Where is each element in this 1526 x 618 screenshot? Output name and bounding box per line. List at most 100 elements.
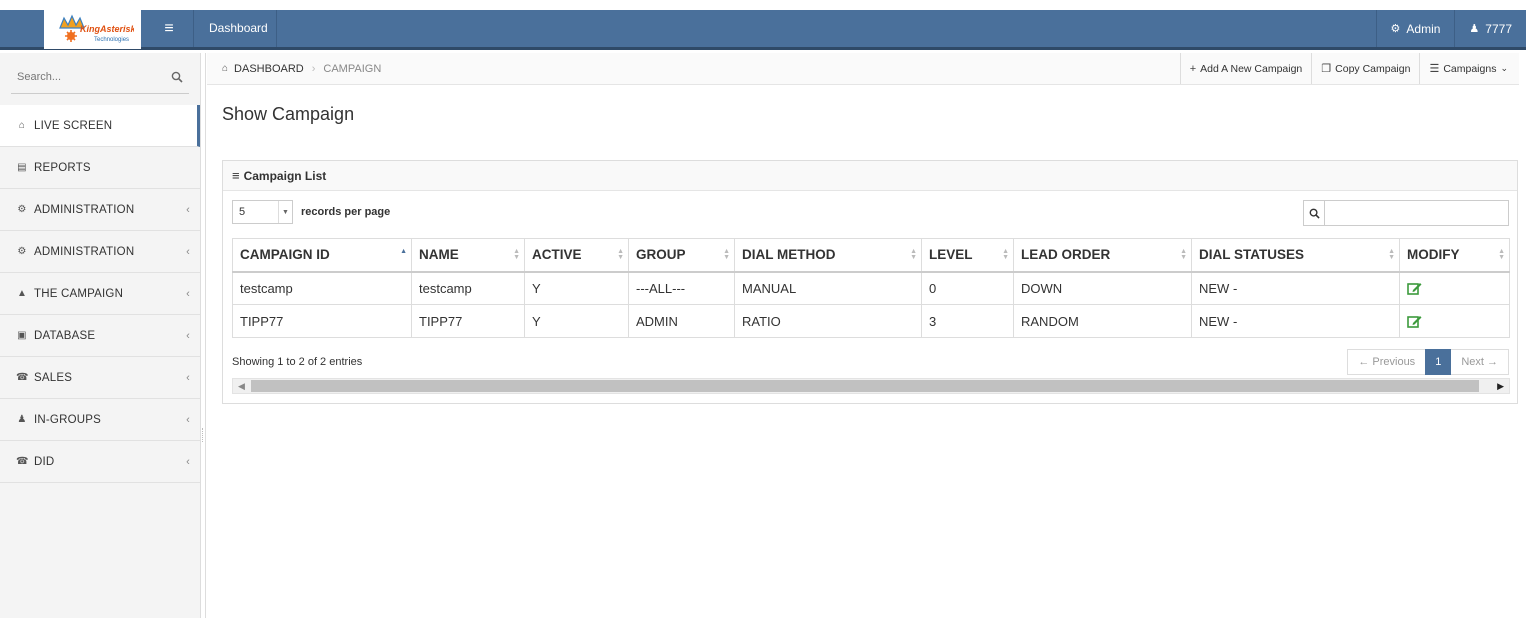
column-header-dial-method[interactable]: DIAL METHOD ▲ ▼ bbox=[734, 238, 922, 273]
scrollbar-thumb[interactable] bbox=[251, 380, 1479, 392]
column-label: LEVEL bbox=[929, 247, 973, 263]
sidebar-search-input[interactable] bbox=[11, 64, 161, 90]
sort-icon: ▲ ▼ bbox=[1002, 248, 1009, 261]
column-label: DIAL STATUSES bbox=[1199, 247, 1305, 263]
campaign-list-panel: ≡ Campaign List 5 ▼ records per page CAM… bbox=[222, 160, 1518, 404]
copy-campaign-button[interactable]: ❐ Copy Campaign bbox=[1311, 53, 1419, 84]
column-label: GROUP bbox=[636, 247, 686, 263]
chevron-left-icon: ‹ bbox=[186, 413, 190, 426]
sidebar: ⌂ LIVE SCREEN ▤ REPORTS ⚙ ADMINISTRATION… bbox=[0, 53, 201, 618]
scroll-right-icon[interactable]: ▶ bbox=[1497, 381, 1504, 392]
cell-level: 3 bbox=[921, 304, 1014, 338]
cell-dial-statuses: NEW - bbox=[1191, 304, 1400, 338]
gears-icon: ⚙ bbox=[1390, 23, 1401, 35]
column-header-name[interactable]: NAME ▲ ▼ bbox=[411, 238, 525, 273]
sort-icon: ▲ ▼ bbox=[910, 248, 917, 261]
breadcrumb-bar: ⌂ DASHBOARD › CAMPAIGN + Add A New Campa… bbox=[207, 53, 1519, 85]
chevron-left-icon: ‹ bbox=[186, 329, 190, 342]
campaigns-dropdown-label: Campaigns bbox=[1443, 62, 1497, 75]
sort-asc-icon: ▲ bbox=[400, 248, 407, 255]
next-page-button[interactable]: Next → bbox=[1451, 349, 1509, 375]
column-header-group[interactable]: GROUP ▲ ▼ bbox=[628, 238, 735, 273]
list-icon: ≡ bbox=[232, 168, 240, 183]
chevron-left-icon: ‹ bbox=[186, 371, 190, 384]
user-icon: ♟ bbox=[1469, 23, 1480, 35]
sidebar-item-administration[interactable]: ⚙ ADMINISTRATION ‹ bbox=[0, 189, 200, 231]
add-campaign-label: Add A New Campaign bbox=[1200, 62, 1303, 75]
cell-active: Y bbox=[524, 271, 629, 305]
sort-icon: ▲ ▼ bbox=[513, 248, 520, 261]
plus-icon: + bbox=[1189, 62, 1197, 75]
svg-text:Technologies: Technologies bbox=[94, 37, 129, 43]
add-campaign-button[interactable]: + Add A New Campaign bbox=[1179, 53, 1312, 84]
page-title: Show Campaign bbox=[222, 104, 355, 124]
column-header-dial-statuses[interactable]: DIAL STATUSES ▲ ▼ bbox=[1191, 238, 1400, 273]
previous-page-button[interactable]: ← Previous bbox=[1347, 349, 1426, 375]
sidebar-item-sales[interactable]: ☎ SALES ‹ bbox=[0, 357, 200, 399]
breadcrumb: ⌂ DASHBOARD › CAMPAIGN bbox=[222, 53, 381, 84]
cell-dial-method: MANUAL bbox=[734, 271, 922, 305]
sidebar-item-label: DID bbox=[34, 455, 55, 468]
sidebar-item-label: ADMINISTRATION bbox=[34, 203, 135, 216]
edit-icon[interactable] bbox=[1407, 314, 1422, 329]
column-header-level[interactable]: LEVEL ▲ ▼ bbox=[921, 238, 1014, 273]
panel-title: Campaign List bbox=[243, 168, 327, 183]
column-label: MODIFY bbox=[1407, 247, 1460, 263]
nav-divider bbox=[276, 10, 277, 47]
nav-dashboard-link[interactable]: Dashboard bbox=[209, 10, 268, 47]
chevron-left-icon: ‹ bbox=[186, 245, 190, 258]
sidebar-item-administration-2[interactable]: ⚙ ADMINISTRATION ‹ bbox=[0, 231, 200, 273]
column-header-modify[interactable]: MODIFY ▲ ▼ bbox=[1399, 238, 1510, 273]
sidebar-item-reports[interactable]: ▤ REPORTS bbox=[0, 147, 200, 189]
panel-header: ≡ Campaign List bbox=[223, 161, 1517, 191]
page-1-button[interactable]: 1 bbox=[1425, 349, 1452, 375]
sidebar-item-label: THE CAMPAIGN bbox=[34, 287, 124, 300]
breadcrumb-separator-icon: › bbox=[311, 62, 316, 75]
user-menu[interactable]: ♟ 7777 bbox=[1454, 10, 1526, 47]
cell-lead-order: DOWN bbox=[1013, 271, 1192, 305]
column-label: LEAD ORDER bbox=[1021, 247, 1111, 263]
list-icon: ☰ bbox=[1429, 63, 1440, 75]
database-icon: ▣ bbox=[17, 330, 27, 341]
phone-icon: ☎ bbox=[16, 372, 29, 383]
page-length-label: records per page bbox=[301, 206, 391, 218]
campaign-table: CAMPAIGN ID ▲ NAME ▲ ▼ ACTIVE ▲ ▼ GROUP ▲ ▼ DIA… bbox=[232, 238, 1510, 338]
sidebar-item-database[interactable]: ▣ DATABASE ‹ bbox=[0, 315, 200, 357]
admin-label: Admin bbox=[1406, 21, 1441, 36]
sidebar-item-the-campaign[interactable]: ▲ THE CAMPAIGN ‹ bbox=[0, 273, 200, 315]
sidebar-item-in-groups[interactable]: ♟ IN-GROUPS ‹ bbox=[0, 399, 200, 441]
admin-menu[interactable]: ⚙ Admin bbox=[1375, 10, 1455, 47]
column-header-campaign-id[interactable]: CAMPAIGN ID ▲ bbox=[232, 238, 412, 273]
gear-icon: ⚙ bbox=[17, 246, 27, 257]
column-header-lead-order[interactable]: LEAD ORDER ▲ ▼ bbox=[1013, 238, 1192, 273]
top-navbar: KingAsterisk Technologies ≡ Dashboard ⚙ … bbox=[0, 10, 1526, 50]
horizontal-scrollbar[interactable]: ◀ ▶ bbox=[232, 378, 1510, 394]
home-icon: ⌂ bbox=[18, 120, 26, 131]
sidebar-item-live-screen[interactable]: ⌂ LIVE SCREEN bbox=[0, 105, 200, 147]
sort-icon: ▲ ▼ bbox=[1498, 248, 1505, 261]
column-header-active[interactable]: ACTIVE ▲ ▼ bbox=[524, 238, 629, 273]
company-logo[interactable]: KingAsterisk Technologies bbox=[44, 10, 141, 49]
cell-dial-statuses: NEW - bbox=[1191, 271, 1400, 305]
copy-campaign-label: Copy Campaign bbox=[1335, 62, 1411, 75]
sort-icon: ▲ ▼ bbox=[1180, 248, 1187, 261]
table-search-input[interactable] bbox=[1324, 200, 1509, 226]
search-icon bbox=[1303, 200, 1324, 226]
sidebar-item-label: IN-GROUPS bbox=[34, 413, 101, 426]
scroll-left-icon[interactable]: ◀ bbox=[238, 381, 245, 392]
page-length-value: 5 bbox=[239, 206, 246, 218]
cell-name: TIPP77 bbox=[411, 304, 525, 338]
page-length-select[interactable]: 5 ▼ bbox=[232, 200, 293, 224]
edit-icon[interactable] bbox=[1407, 281, 1422, 296]
user-icon: ♟ bbox=[17, 414, 27, 425]
cell-dial-method: RATIO bbox=[734, 304, 922, 338]
hamburger-menu-icon[interactable]: ≡ bbox=[157, 10, 181, 47]
cell-campaign-id: TIPP77 bbox=[232, 304, 412, 338]
sidebar-item-did[interactable]: ☎ DID ‹ bbox=[0, 441, 200, 483]
pagination: ← Previous 1 Next → bbox=[1347, 349, 1509, 375]
campaigns-dropdown[interactable]: ☰ Campaigns ⌄ bbox=[1419, 53, 1517, 84]
phone-icon: ☎ bbox=[16, 456, 29, 467]
breadcrumb-dashboard-link[interactable]: DASHBOARD bbox=[234, 63, 304, 75]
search-icon[interactable] bbox=[171, 71, 183, 83]
cell-group: ADMIN bbox=[628, 304, 735, 338]
